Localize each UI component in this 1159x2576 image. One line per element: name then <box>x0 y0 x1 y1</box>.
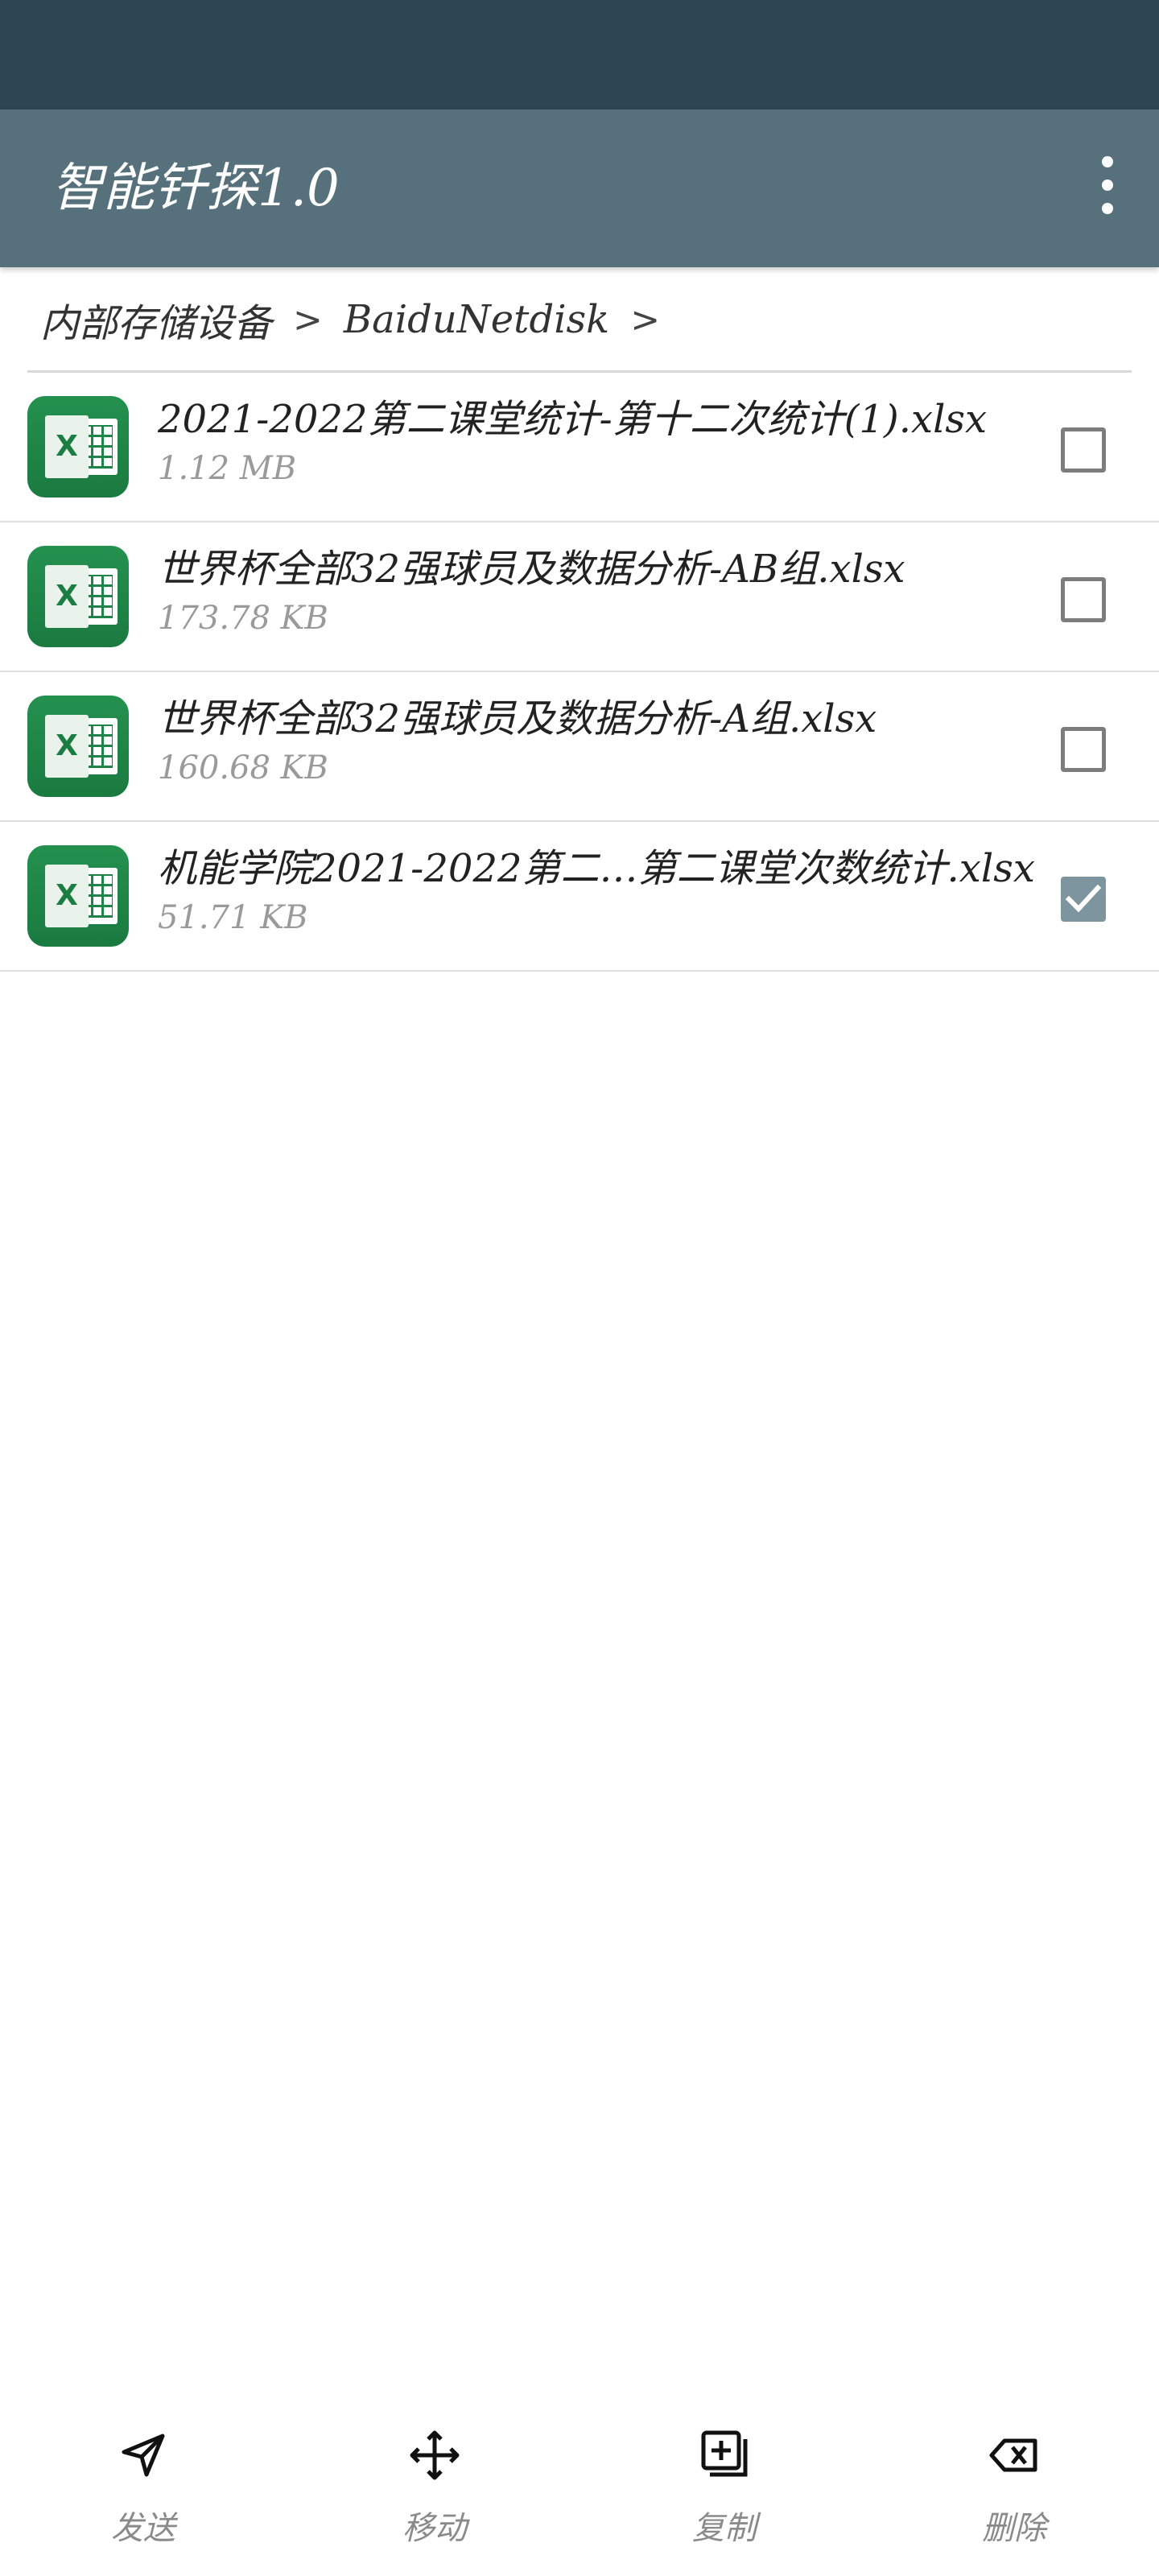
app-bar: 智能钎探1.0 <box>0 109 1159 267</box>
file-checkbox[interactable] <box>1061 727 1106 772</box>
breadcrumb: 内部存储设备 > BaiduNetdisk > <box>40 267 681 372</box>
bottom-action-bar: 发送 移动 复制 删除 <box>0 2407 1159 2576</box>
file-row[interactable]: X 2021-2022第二课堂统计-第十二次统计(1).xlsx 1.12 MB <box>0 373 1159 522</box>
file-row[interactable]: X 机能学院2021-2022第二…第二课堂次数统计.xlsx 51.71 KB <box>0 822 1159 972</box>
move-icon <box>410 2430 460 2480</box>
move-label: 移动 <box>402 2510 467 2547</box>
copy-label: 复制 <box>692 2510 757 2547</box>
file-name: 世界杯全部32强球员及数据分析-A组.xlsx <box>158 696 877 741</box>
file-checkbox-checked[interactable] <box>1061 877 1106 922</box>
file-size: 1.12 MB <box>158 450 297 487</box>
excel-icon: X <box>27 696 129 797</box>
excel-icon: X <box>27 546 129 647</box>
app-title: 智能钎探1.0 <box>52 159 340 218</box>
file-name: 2021-2022第二课堂统计-第十二次统计(1).xlsx <box>158 397 988 442</box>
file-size: 160.68 KB <box>158 749 328 786</box>
excel-icon: X <box>27 845 129 947</box>
copy-icon <box>701 2430 748 2477</box>
more-vert-icon[interactable] <box>1088 156 1127 221</box>
move-button[interactable]: 移动 <box>354 2407 515 2576</box>
copy-button[interactable]: 复制 <box>644 2407 805 2576</box>
delete-label: 删除 <box>982 2510 1046 2547</box>
file-checkbox[interactable] <box>1061 427 1106 473</box>
send-label: 发送 <box>111 2510 175 2547</box>
breadcrumb-item-baidunetdisk[interactable]: BaiduNetdisk <box>344 297 609 342</box>
breadcrumb-item-internal-storage[interactable]: 内部存储设备 <box>40 291 272 348</box>
send-button[interactable]: 发送 <box>63 2407 224 2576</box>
chevron-right-icon: > <box>630 299 661 341</box>
status-bar <box>0 0 1159 109</box>
file-row[interactable]: X 世界杯全部32强球员及数据分析-A组.xlsx 160.68 KB <box>0 672 1159 822</box>
chevron-right-icon: > <box>293 299 323 341</box>
excel-icon: X <box>27 396 129 497</box>
checkmark-icon <box>1066 884 1101 913</box>
delete-button[interactable]: 删除 <box>934 2407 1095 2576</box>
file-row[interactable]: X 世界杯全部32强球员及数据分析-AB组.xlsx 173.78 KB <box>0 522 1159 672</box>
send-icon <box>122 2434 165 2477</box>
file-list: X 2021-2022第二课堂统计-第十二次统计(1).xlsx 1.12 MB… <box>0 373 1159 972</box>
file-name: 世界杯全部32强球员及数据分析-AB组.xlsx <box>158 547 905 592</box>
file-size: 51.71 KB <box>158 899 308 936</box>
file-name: 机能学院2021-2022第二…第二课堂次数统计.xlsx <box>158 846 1035 891</box>
backspace-delete-icon <box>989 2438 1037 2472</box>
file-size: 173.78 KB <box>158 600 328 637</box>
file-checkbox[interactable] <box>1061 577 1106 622</box>
